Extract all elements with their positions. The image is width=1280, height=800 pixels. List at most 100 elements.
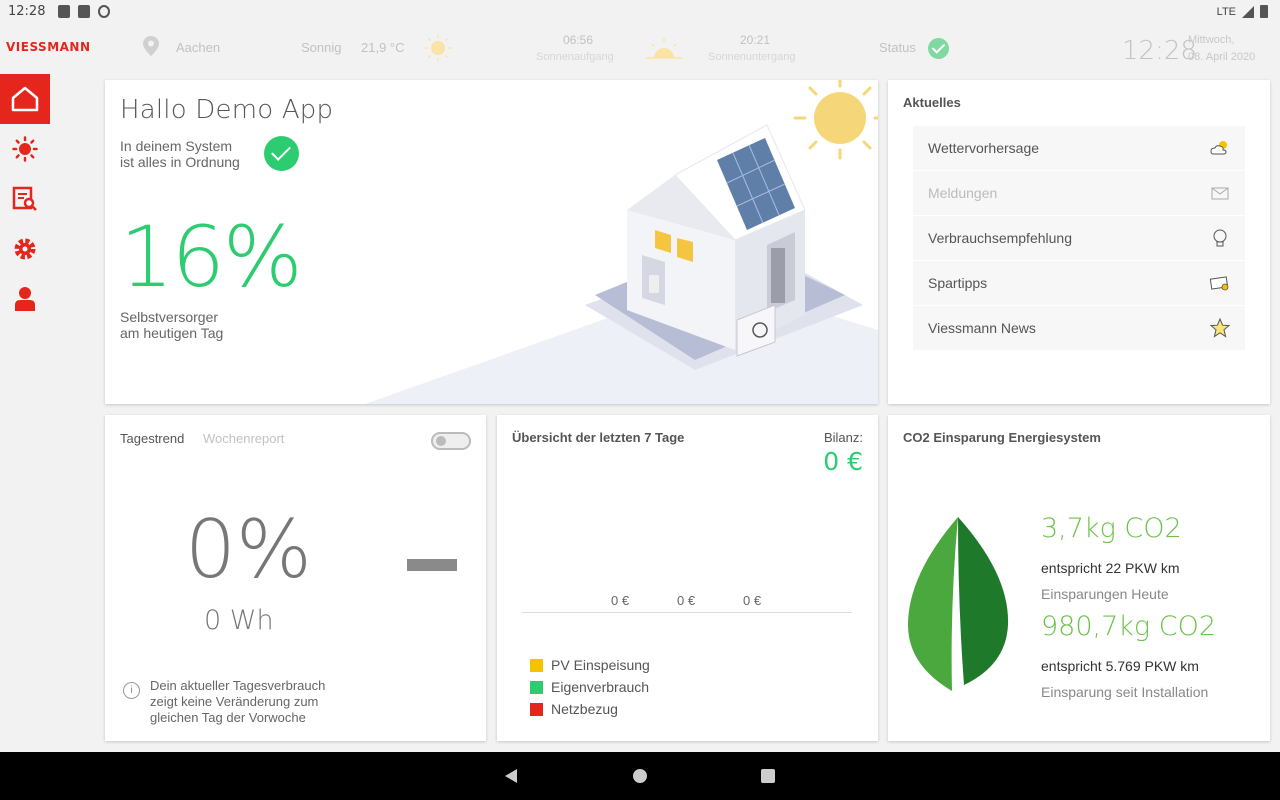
legend-label: Netzbezug [551,701,618,717]
trend-note-line: gleichen Tag der Vorwoche [150,710,306,725]
android-status-bar: 12:28 LTE [0,0,1280,24]
sidebar-item-solar[interactable] [0,124,50,174]
news-item-label: Spartipps [928,275,988,291]
legend-pv-feed-in: PV Einspeisung [530,654,650,676]
co2-total-label: Einsparung seit Installation [1041,684,1209,700]
sunset-label: Sonnenuntergang [708,51,796,63]
news-item-viessmann-news[interactable]: Viessmann News [913,306,1245,350]
trend-percent: 0% [185,503,312,596]
co2-today-equivalent: entspricht 22 PKW km [1041,560,1180,576]
date: 08. April 2020 [1188,51,1256,63]
home-button[interactable] [633,769,647,783]
news-item-label: Meldungen [928,185,998,201]
home-icon [11,86,39,112]
weather-cloud-sun-icon [1210,141,1227,155]
co2-title: CO2 Einsparung Energiesystem [903,430,1101,445]
news-item-saving-tips[interactable]: Spartipps [913,261,1245,305]
location-pin-icon [143,36,159,56]
trend-toggle[interactable] [431,432,471,450]
sun-icon [425,35,451,61]
legend-label: PV Einspeisung [551,657,650,673]
week-overview-title: Übersicht der letzten 7 Tage [512,430,685,445]
legend-swatch [530,702,543,716]
status-ok-icon [264,136,299,171]
lightbulb-icon [1213,229,1227,247]
trend-note-line: zeigt keine Veränderung zum [150,694,319,709]
self-sufficiency-label-line: am heutigen Tag [120,325,224,341]
co2-today-label: Einsparungen Heute [1041,586,1169,602]
bar-value-label: 0 € [677,593,696,608]
co2-today-value: 3,7kg CO2 [1041,513,1182,544]
bar-value-label: 0 € [743,593,762,608]
news-list: Wettervorhersage Meldungen Verbrauchsemp… [913,126,1245,351]
system-status-line: ist alles in Ordnung [120,154,240,170]
sunrise-label: Sonnenaufgang [536,51,614,63]
news-item-messages[interactable]: Meldungen [913,171,1245,215]
co2-total-equivalent: entspricht 5.769 PKW km [1041,658,1199,674]
report-search-icon [12,186,37,211]
sidebar-item-settings[interactable] [0,224,50,274]
news-card: Aktuelles Wettervorhersage Meldungen Ver… [888,80,1270,404]
system-status-line: In deinem System [120,138,233,154]
balance-label: Bilanz: [823,430,863,445]
temperature: 21,9 °C [361,40,405,55]
mail-icon [1211,187,1229,200]
week-overview-card: Übersicht der letzten 7 Tage Bilanz: 0 €… [497,415,878,741]
gear-icon [14,238,36,260]
trend-energy: 0 Wh [204,605,274,636]
balance-value: 0 € [823,447,863,476]
status-time: 12:28 [8,4,46,19]
star-icon [1209,317,1231,338]
location-name: Aachen [176,40,221,55]
sidebar-item-home[interactable] [0,74,50,124]
notification-a-icon [58,5,70,18]
system-status-text: In deinem System ist alles in Ordnung [120,138,260,170]
recent-apps-button[interactable] [761,769,775,783]
tab-daily-trend[interactable]: Tagestrend [120,431,184,446]
weekday: Mittwoch, [1188,34,1235,46]
news-item-label: Wettervorhersage [928,140,1040,156]
self-sufficiency-label-line: Selbstversorger [120,309,219,325]
legend-swatch [530,658,543,672]
weather-condition: Sonnig [301,40,342,55]
co2-total-value: 980,7kg CO2 [1041,611,1216,642]
sidebar-item-profile[interactable] [0,274,50,324]
greeting-title: Hallo Demo App [120,95,334,125]
self-sufficiency-label: Selbstversorger am heutigen Tag [120,309,270,341]
legend-label: Eigenverbrauch [551,679,650,695]
daily-trend-card: Tagestrend Wochenreport 0% 0 Wh i Dein a… [105,415,486,741]
bar-value-label: 0 € [611,593,630,608]
sd-card-icon [78,5,90,18]
back-button[interactable] [505,769,517,783]
system-summary-card: Hallo Demo App In deinem System ist alle… [105,80,878,404]
news-item-recommendation[interactable]: Verbrauchsempfehlung [913,216,1245,260]
signal-icon [1242,5,1254,18]
sunset-time: 20:21 [740,33,771,47]
status-label: Status [879,40,916,55]
tab-weekly-report[interactable]: Wochenreport [203,431,284,446]
battery-icon [1260,5,1268,18]
news-item-label: Viessmann News [928,320,1036,336]
legend-self-consumption: Eigenverbrauch [530,676,650,698]
network-type: LTE [1216,5,1236,18]
sidebar-nav [0,74,50,324]
clock: 12:28 [1122,36,1197,66]
info-icon[interactable]: i [123,682,140,699]
trend-note-line: Dein aktueller Tagesverbrauch [150,678,326,693]
leaf-icon [908,517,1009,691]
news-item-label: Verbrauchsempfehlung [928,230,1072,246]
status-check-icon [928,38,949,59]
legend-grid-purchase: Netzbezug [530,698,650,720]
sunrise-icon [646,38,682,59]
news-item-weather[interactable]: Wettervorhersage [913,126,1245,170]
chart-baseline [522,612,852,613]
money-tip-icon [1209,276,1229,291]
chart-legend: PV Einspeisung Eigenverbrauch Netzbezug [530,654,650,720]
user-icon [15,287,35,311]
news-title: Aktuelles [903,95,961,110]
sidebar-item-reports[interactable] [0,174,50,224]
sun-icon [12,136,38,162]
sync-icon [98,5,110,18]
top-info-bar: VIESSMANN Aachen Sonnig 21,9 °C 06:56 So… [0,24,1280,70]
co2-savings-card: CO2 Einsparung Energiesystem 3,7kg CO2 e… [888,415,1270,741]
